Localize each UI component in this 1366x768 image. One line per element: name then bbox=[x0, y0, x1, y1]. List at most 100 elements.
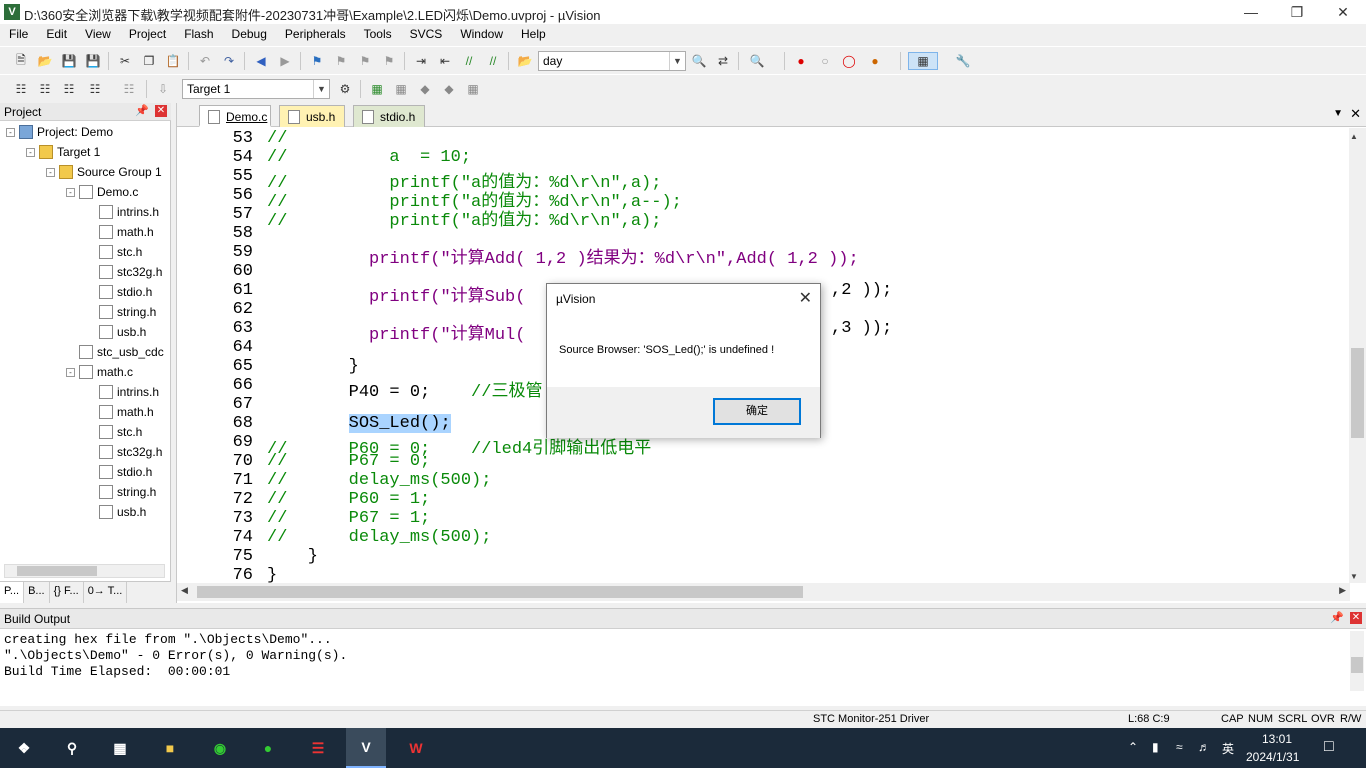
tree-item[interactable]: usb.h bbox=[86, 323, 146, 341]
indent-icon[interactable]: ⇥ bbox=[412, 52, 430, 70]
menu-flash[interactable]: Flash bbox=[175, 24, 222, 44]
cut-icon[interactable]: ✂ bbox=[116, 52, 134, 70]
stop-build-icon[interactable]: ☷ bbox=[120, 80, 138, 98]
debug-session-icon[interactable]: 🔍 bbox=[748, 52, 766, 70]
browser-360-icon[interactable]: ◉ bbox=[208, 736, 232, 760]
close-panel-icon[interactable]: ✕ bbox=[155, 105, 167, 117]
ok-button[interactable]: 确定 bbox=[713, 398, 801, 425]
tree-item[interactable]: - Project: Demo bbox=[6, 123, 113, 141]
wechat-icon[interactable]: ● bbox=[256, 736, 280, 760]
comment-icon[interactable]: // bbox=[460, 52, 478, 70]
nav-forward-icon[interactable]: ▶ bbox=[276, 52, 294, 70]
tree-item[interactable]: stc_usb_cdc bbox=[66, 343, 164, 361]
bookmark-icon[interactable]: ⚑ bbox=[308, 52, 326, 70]
close-window-button[interactable]: ✕ bbox=[1320, 0, 1366, 24]
tree-item[interactable]: - Demo.c bbox=[66, 183, 138, 201]
clock-date[interactable]: 2024/1/31 bbox=[1246, 750, 1299, 764]
tab-stdio-h[interactable]: stdio.h bbox=[353, 105, 425, 127]
find-combo[interactable]: day ▼ bbox=[538, 51, 686, 71]
open-file-icon[interactable]: 📂 bbox=[36, 52, 54, 70]
copy-icon[interactable]: ❐ bbox=[140, 52, 158, 70]
translate-icon[interactable]: ☷ bbox=[12, 80, 30, 98]
tree-item[interactable]: usb.h bbox=[86, 503, 146, 521]
tree-item[interactable]: - Target 1 bbox=[26, 143, 100, 161]
tree-expander-icon[interactable]: - bbox=[6, 127, 15, 137]
disable-all-breakpoints-icon[interactable]: ◯ bbox=[840, 52, 858, 70]
tab-templates[interactable]: 0→ T... bbox=[84, 582, 128, 603]
tree-expander-icon[interactable]: - bbox=[66, 367, 75, 377]
tree-item[interactable]: - Source Group 1 bbox=[46, 163, 162, 181]
manage-rte-icon[interactable]: ▦ bbox=[464, 80, 482, 98]
unindent-icon[interactable]: ⇤ bbox=[436, 52, 454, 70]
build-vscroll[interactable] bbox=[1350, 631, 1364, 691]
editor-vscroll[interactable]: ▲ ▼ bbox=[1349, 128, 1366, 583]
menu-window[interactable]: Window bbox=[451, 24, 512, 44]
tree-item[interactable]: string.h bbox=[86, 483, 156, 501]
restore-button[interactable]: ❐ bbox=[1274, 0, 1320, 24]
save-all-icon[interactable]: 💾 bbox=[84, 52, 102, 70]
ime-indicator[interactable]: 英 bbox=[1222, 740, 1234, 757]
menu-edit[interactable]: Edit bbox=[37, 24, 76, 44]
app-icon[interactable]: ☰ bbox=[306, 736, 330, 760]
build-icon[interactable]: ☷ bbox=[36, 80, 54, 98]
next-bookmark-icon[interactable]: ⚑ bbox=[356, 52, 374, 70]
redo-icon[interactable]: ↷ bbox=[220, 52, 238, 70]
dialog-close-icon[interactable]: ✕ bbox=[799, 288, 812, 308]
window-layout-icon[interactable]: ▦ bbox=[908, 52, 938, 70]
volume-icon[interactable]: ♬ bbox=[1198, 740, 1210, 754]
file-explorer-icon[interactable]: ■ bbox=[158, 736, 182, 760]
minimize-button[interactable]: — bbox=[1228, 0, 1274, 24]
pin-icon[interactable]: 📌 bbox=[1330, 611, 1344, 624]
close-tab-icon[interactable]: ✕ bbox=[1350, 106, 1361, 122]
tree-item[interactable]: math.h bbox=[86, 223, 154, 241]
search-icon[interactable]: ⚲ bbox=[60, 736, 84, 760]
download-icon[interactable]: ⇩ bbox=[154, 80, 172, 98]
find-icon[interactable]: 🔍 bbox=[690, 52, 708, 70]
editor-hscroll[interactable]: ◀ ▶ bbox=[177, 583, 1350, 601]
menu-svcs[interactable]: SVCS bbox=[401, 24, 452, 44]
project-hscroll[interactable] bbox=[4, 564, 165, 578]
clear-bookmarks-icon[interactable]: ⚑ bbox=[380, 52, 398, 70]
tab-project[interactable]: P... bbox=[0, 582, 25, 603]
select-pack-icon[interactable]: ▦ bbox=[392, 80, 410, 98]
close-panel-icon[interactable]: ✕ bbox=[1350, 612, 1362, 624]
disable-breakpoint-icon[interactable]: ○ bbox=[816, 52, 834, 70]
menu-file[interactable]: File bbox=[0, 24, 37, 44]
tree-expander-icon[interactable]: - bbox=[46, 167, 55, 177]
tree-item[interactable]: stc.h bbox=[86, 243, 142, 261]
tree-item[interactable]: intrins.h bbox=[86, 203, 159, 221]
chevron-down-icon[interactable]: ▼ bbox=[313, 80, 329, 98]
menu-help[interactable]: Help bbox=[512, 24, 555, 44]
tab-demo-c[interactable]: Demo.c bbox=[199, 105, 271, 127]
breakpoint-icon[interactable]: ● bbox=[792, 52, 810, 70]
menu-project[interactable]: Project bbox=[120, 24, 175, 44]
prev-bookmark-icon[interactable]: ⚑ bbox=[332, 52, 350, 70]
chevron-down-icon[interactable]: ▼ bbox=[669, 52, 685, 70]
pin-icon[interactable]: 📌 bbox=[135, 104, 149, 117]
tab-usb-h[interactable]: usb.h bbox=[279, 105, 345, 127]
tab-functions[interactable]: {} F... bbox=[50, 582, 84, 603]
tree-item[interactable]: stc32g.h bbox=[86, 263, 162, 281]
incremental-find-icon[interactable]: ⇄ bbox=[714, 52, 732, 70]
tree-expander-icon[interactable]: - bbox=[26, 147, 35, 157]
kill-breakpoints-icon[interactable]: ● bbox=[866, 52, 884, 70]
tree-item[interactable]: stc32g.h bbox=[86, 443, 162, 461]
clock-time[interactable]: 13:01 bbox=[1262, 732, 1292, 746]
new-file-icon[interactable]: 🗎 bbox=[12, 52, 30, 70]
tree-item[interactable]: math.h bbox=[86, 403, 154, 421]
run-time-env-icon[interactable]: ◆ bbox=[440, 80, 458, 98]
paste-icon[interactable]: 📋 bbox=[164, 52, 182, 70]
tray-chevron-icon[interactable]: ⌃ bbox=[1128, 740, 1138, 754]
tree-item[interactable]: stc.h bbox=[86, 423, 142, 441]
tab-list-icon[interactable]: ▼ bbox=[1333, 108, 1343, 119]
wifi-icon[interactable]: ≈ bbox=[1176, 740, 1183, 754]
pack-installer-icon[interactable]: ◆ bbox=[416, 80, 434, 98]
menu-view[interactable]: View bbox=[76, 24, 120, 44]
menu-tools[interactable]: Tools bbox=[355, 24, 401, 44]
undo-icon[interactable]: ↶ bbox=[196, 52, 214, 70]
tab-books[interactable]: B... bbox=[24, 582, 50, 603]
wps-icon[interactable]: W bbox=[404, 736, 428, 760]
windows-start-icon[interactable]: ❖ bbox=[12, 736, 36, 760]
manage-components-icon[interactable]: ▦ bbox=[368, 80, 386, 98]
target-combo[interactable]: Target 1 ▼ bbox=[182, 79, 330, 99]
